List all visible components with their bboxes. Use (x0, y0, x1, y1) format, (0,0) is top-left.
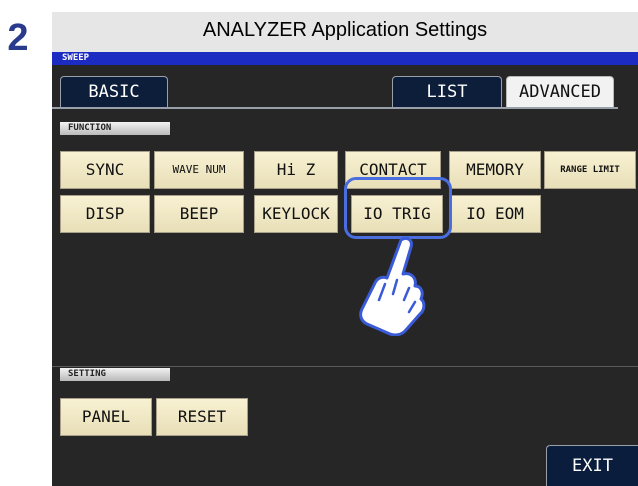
sync-button[interactable]: SYNC (60, 151, 150, 189)
wave-num-button[interactable]: WAVE NUM (154, 151, 244, 189)
tab-list[interactable]: LIST (392, 76, 502, 108)
exit-button[interactable]: EXIT (546, 445, 638, 486)
tab-basic[interactable]: BASIC (60, 76, 168, 108)
memory-button[interactable]: MEMORY (449, 151, 541, 189)
mode-bar: SWEEP (52, 52, 638, 65)
mode-label: SWEEP (62, 53, 90, 63)
reset-button[interactable]: RESET (156, 398, 248, 436)
keylock-button[interactable]: KEYLOCK (254, 195, 338, 233)
step-number: 2 (7, 17, 29, 59)
pointing-hand-icon (359, 236, 426, 336)
section-function: FUNCTION (60, 122, 170, 135)
page-title: ANALYZER Application Settings (202, 19, 488, 41)
disp-button[interactable]: DISP (60, 195, 150, 233)
title-bar: ANALYZER Application Settings (52, 12, 638, 52)
hi-z-button[interactable]: Hi Z (254, 151, 338, 189)
range-limit-button[interactable]: RANGE LIMIT (544, 151, 636, 189)
panel-button[interactable]: PANEL (60, 398, 152, 436)
section-divider (52, 366, 638, 367)
beep-button[interactable]: BEEP (154, 195, 244, 233)
io-eom-button[interactable]: IO EOM (449, 195, 541, 233)
tab-underline (52, 107, 618, 109)
tab-advanced[interactable]: ADVANCED (506, 76, 614, 108)
section-setting: SETTING (60, 368, 170, 381)
instrument-screen: SWEEP BASIC LIST ADVANCED FUNCTION SYNC … (52, 52, 638, 486)
selection-highlight (344, 177, 452, 239)
